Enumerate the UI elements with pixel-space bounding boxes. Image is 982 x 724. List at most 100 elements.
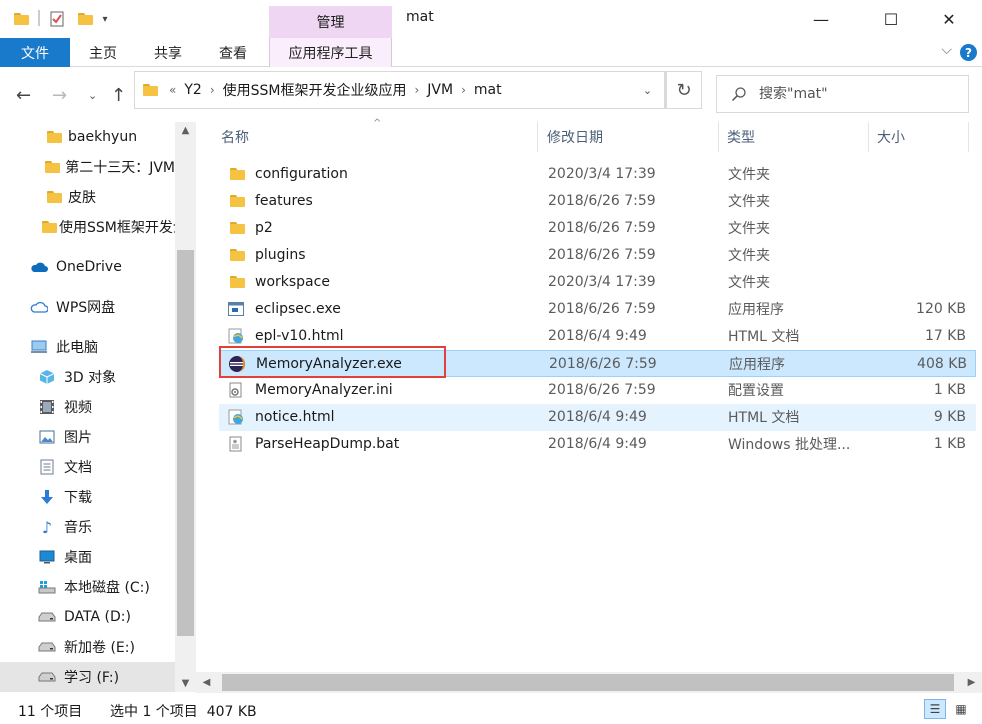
ribbon-expand-icon[interactable]: ⌵ [941,42,952,58]
file-date: 2018/6/26 7:59 [548,300,656,317]
file-name: features [255,192,313,209]
file-row[interactable]: workspace 2020/3/4 17:39 文件夹 [219,269,976,296]
refresh-button[interactable]: ↻ [666,71,702,109]
folder-icon [42,189,62,205]
help-icon[interactable]: ? [960,44,977,61]
tab-file[interactable]: 文件 [0,38,70,67]
search-icon [731,87,746,102]
file-type: 文件夹 [728,247,770,264]
column-date[interactable]: 修改日期 [539,122,719,152]
nav-item-label: 桌面 [64,550,92,566]
scroll-thumb[interactable] [222,674,954,691]
recent-locations-icon[interactable]: ⌄ [88,89,97,102]
nav-item-drive-d[interactable]: DATA (D:) [0,602,175,632]
nav-item-baekhyun[interactable]: baekhyun [0,122,175,152]
forward-arrow-icon[interactable]: → [52,85,67,106]
column-type[interactable]: 类型 [719,122,869,152]
file-row[interactable]: ParseHeapDump.bat 2018/6/4 9:49 Windows 批处… [219,431,976,458]
nav-item-drive-c[interactable]: 本地磁盘 (C:) [0,572,175,602]
search-input[interactable] [759,86,959,102]
nav-item-documents[interactable]: 文档 [0,452,175,482]
tab-home[interactable]: 主页 [78,38,128,67]
scroll-left-icon[interactable]: ◀ [196,672,217,693]
search-box[interactable] [716,75,969,113]
window-title: mat [406,9,434,25]
nav-item-pictures[interactable]: 图片 [0,422,175,452]
column-name[interactable]: 名称 [213,122,538,152]
file-name-cell: ParseHeapDump.bat [227,431,547,456]
file-name-cell: MemoryAnalyzer.ini [227,377,547,402]
file-row[interactable]: MemoryAnalyzer.ini 2018/6/26 7:59 配置设置 1 KB [219,377,976,404]
breadcrumb-separator-icon[interactable]: › [414,83,419,97]
horizontal-scrollbar[interactable]: ◀ ▶ [196,672,982,693]
nav-item-music[interactable]: ♪ 音乐 [0,512,175,542]
nav-item-label: 新加卷 (E:) [64,640,135,656]
details-view-button[interactable]: ☰ [924,699,946,719]
customize-toolbar-icon[interactable]: ▾ [98,10,112,28]
file-row[interactable]: configuration 2020/3/4 17:39 文件夹 [219,161,976,188]
nav-item-onedrive[interactable]: OneDrive [0,252,175,282]
tab-view[interactable]: 查看 [208,38,258,67]
nav-item-desktop[interactable]: 桌面 [0,542,175,572]
new-folder-icon[interactable] [76,10,93,28]
nav-item-drive-e[interactable]: 新加卷 (E:) [0,632,175,662]
file-row[interactable]: p2 2018/6/26 7:59 文件夹 [219,215,976,242]
tab-share[interactable]: 共享 [143,38,193,67]
nav-item-day23-jvm[interactable]: 第二十三天：JVM [0,152,175,182]
file-row[interactable]: eclipsec.exe 2018/6/26 7:59 应用程序 120 KB [219,296,976,323]
nav-item-label: baekhyun [68,129,138,145]
refresh-icon: ↻ [676,79,692,101]
nav-item-ssm[interactable]: 使用SSM框架开发企业级应用 [0,212,175,242]
separator [38,10,40,26]
file-type: 文件夹 [728,220,770,237]
nav-item-label: 学习 (F:) [64,670,120,686]
breadcrumb-jvm[interactable]: JVM [427,82,453,98]
scroll-thumb[interactable] [177,250,194,636]
back-arrow-icon[interactable]: ← [16,85,31,106]
up-arrow-icon[interactable]: ↑ [111,85,126,106]
breadcrumb-separator-icon[interactable]: › [210,83,215,97]
nav-item-skin[interactable]: 皮肤 [0,182,175,212]
close-button[interactable]: ✕ [926,0,972,38]
breadcrumb-mat[interactable]: mat [474,82,502,98]
item-count: 11 个项目 [18,704,83,720]
computer-icon [30,339,48,355]
nav-item-3d-objects[interactable]: 3D 对象 [0,362,175,392]
properties-icon[interactable] [49,10,65,28]
nav-item-drive-f[interactable]: 学习 (F:) [0,662,175,692]
tab-application-tools[interactable]: 应用程序工具 [269,38,392,67]
file-name-cell: workspace [227,269,547,294]
large-icons-view-button[interactable]: ▦ [950,699,972,719]
nav-scrollbar[interactable]: ▲ ▼ [175,122,196,692]
breadcrumb-separator-icon[interactable]: › [461,83,466,97]
file-size [874,188,966,213]
folder-icon [143,84,158,96]
nav-item-downloads[interactable]: 下载 [0,482,175,512]
scroll-right-icon[interactable]: ▶ [961,672,982,693]
column-size[interactable]: 大小 [869,122,969,152]
maximize-button[interactable]: ☐ [868,0,914,38]
scroll-down-icon[interactable]: ▼ [175,675,196,692]
address-bar[interactable]: « Y2 › 使用SSM框架开发企业级应用 › JVM › mat ⌄ [134,71,666,109]
nav-item-this-pc[interactable]: 此电脑 [0,332,175,362]
minimize-button[interactable]: — [798,0,844,38]
nav-item-videos[interactable]: 视频 [0,392,175,422]
breadcrumb-y2[interactable]: Y2 [184,82,201,98]
file-row[interactable]: features 2018/6/26 7:59 文件夹 [219,188,976,215]
bat-icon [227,436,245,452]
folder-icon [42,129,62,145]
address-dropdown-icon[interactable]: ⌄ [631,72,665,108]
drive-icon [38,609,56,625]
file-size: 17 KB [924,327,966,344]
contextual-tab-manage: 管理 [269,6,392,38]
breadcrumb-ssm[interactable]: 使用SSM框架开发企业级应用 [223,80,407,100]
nav-item-wps-cloud[interactable]: WPS网盘 [0,292,175,322]
breadcrumb-overflow[interactable]: « [169,83,176,97]
file-date: 2018/6/26 7:59 [548,381,656,398]
file-row[interactable]: notice.html 2018/6/4 9:49 HTML 文档 9 KB [219,404,976,431]
folder-icon [12,10,29,28]
scroll-up-icon[interactable]: ▲ [175,122,196,139]
desktop-icon [38,549,56,565]
selection-info: 选中 1 个项目 407 KB [110,704,257,720]
file-row[interactable]: plugins 2018/6/26 7:59 文件夹 [219,242,976,269]
